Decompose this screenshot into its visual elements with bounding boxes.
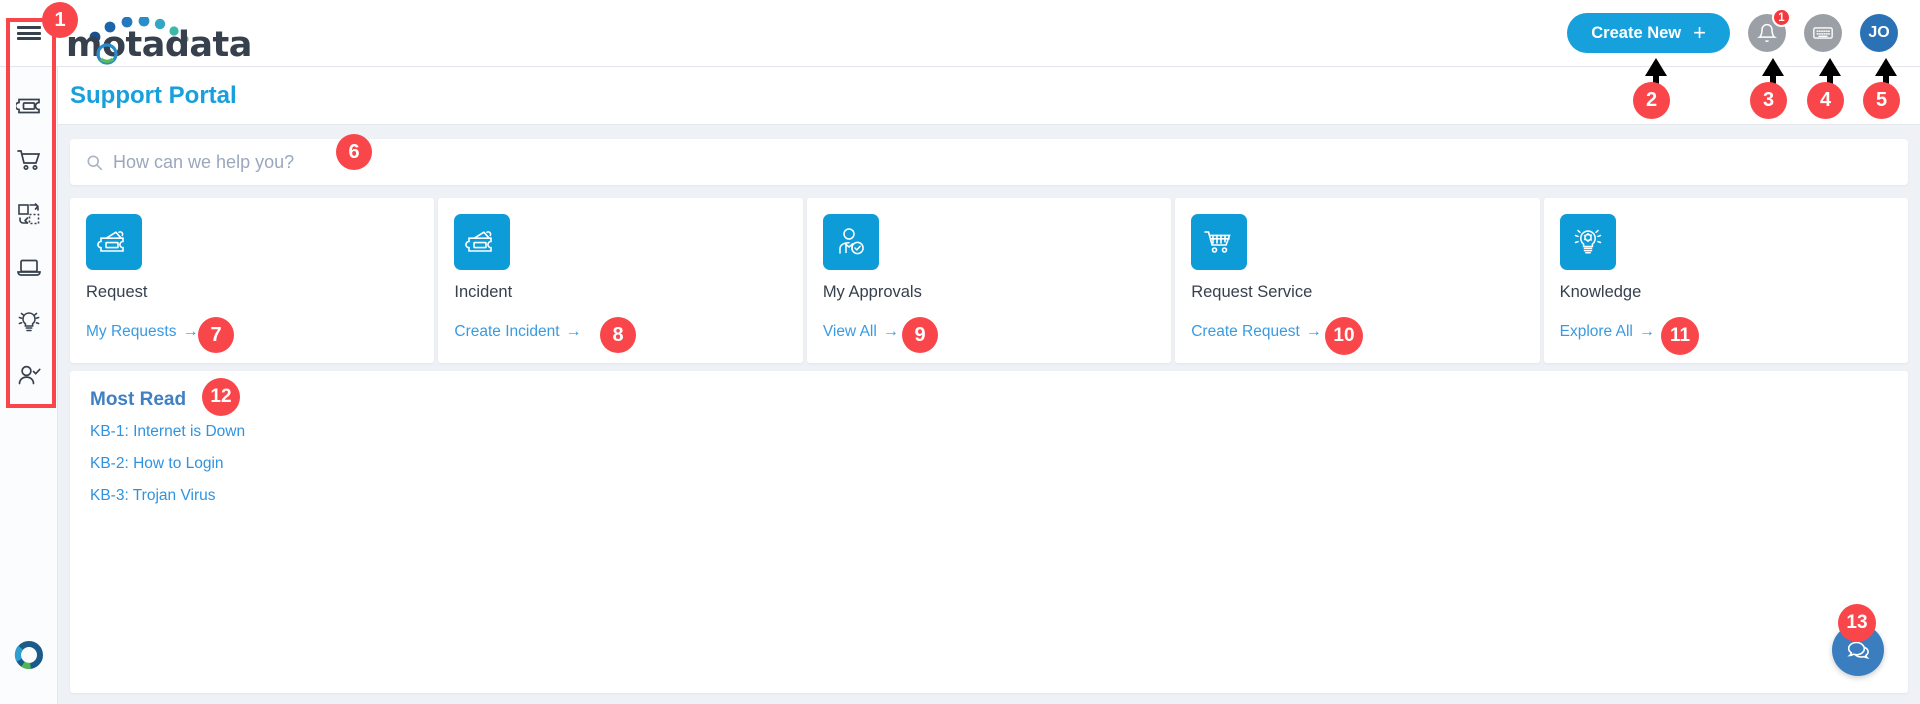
shopping-cart-icon [16,150,40,171]
search-bar[interactable] [70,139,1908,185]
sidebar-item-assets[interactable] [0,241,58,295]
keyboard-shortcuts-button[interactable] [1804,14,1842,52]
create-new-button[interactable]: Create New + [1567,13,1730,53]
brand-logo: motadata [66,0,252,67]
quick-action-cards: Request My Requests → Incident Create In… [70,198,1909,363]
main-content: Request My Requests → Incident [58,125,1920,704]
brand-name: motadata [66,24,252,65]
laptop-icon [16,259,41,276]
sidebar-footer-logo [0,628,58,682]
logo-o-mark-icon [96,42,118,65]
card-icon-wrapper [454,214,511,270]
left-sidebar [0,67,58,704]
card-title: Knowledge [1559,283,1642,301]
card-my-approvals[interactable]: My Approvals View All → [806,198,1172,363]
card-link-explore-all[interactable]: Explore All → [1560,323,1655,341]
card-link-my-requests[interactable]: My Requests → [86,323,198,341]
card-title: Request [86,283,148,301]
page-header: Support Portal [58,67,1920,125]
card-link-label: Create Request [1191,323,1300,340]
card-icon-wrapper [1559,214,1616,270]
support-portal-page: motadata Create New + 1 JO Support Porta… [0,0,1920,704]
search-input[interactable] [113,151,1892,173]
card-request[interactable]: Request My Requests → [70,198,435,363]
chat-bubbles-icon [1847,641,1870,659]
exchange-swap-icon [17,203,39,225]
plus-icon: + [1693,20,1706,45]
card-link-label: My Requests [86,323,177,340]
sidebar-item-service-catalog[interactable] [0,133,58,187]
most-read-title: Most Read [90,389,187,410]
card-title: My Approvals [822,283,922,301]
donut-ring-logo-icon [14,641,43,669]
card-title: Incident [454,283,513,301]
card-link-create-incident[interactable]: Create Incident → [454,323,581,341]
arrow-right-icon: → [565,323,582,340]
bell-icon [1757,23,1777,43]
ticket-icon [97,231,124,252]
top-navigation-bar: motadata Create New + 1 JO [0,0,1920,67]
card-title: Request Service [1191,283,1313,301]
hamburger-menu-icon[interactable] [0,0,58,67]
user-check-icon [18,365,41,385]
page-title: Support Portal [70,81,237,109]
card-link-label: Create Incident [454,323,560,340]
sidebar-item-tickets[interactable] [0,79,58,133]
card-incident[interactable]: Incident Create Incident → [438,198,803,363]
card-icon-wrapper [1191,214,1248,270]
user-avatar[interactable]: JO [1860,14,1898,52]
sidebar-item-approvals[interactable] [0,349,58,403]
card-knowledge[interactable]: Knowledge Explore All → [1543,198,1909,363]
search-icon [87,154,103,170]
sidebar-item-requests[interactable] [0,187,58,241]
avatar-initials: JO [1868,24,1890,41]
bulb-gear-icon [1574,229,1601,254]
ticket-icon [465,231,493,252]
sidebar-item-knowledge[interactable] [0,295,58,349]
arrow-right-icon: → [1305,323,1322,340]
shopping-cart-icon [1204,231,1231,253]
card-link-label: Explore All [1559,323,1633,340]
card-link-create-request[interactable]: Create Request → [1191,323,1322,341]
chat-support-button[interactable] [1832,624,1884,676]
list-item[interactable]: KB-3: Trojan Virus [90,487,1888,505]
ticket-icon [15,98,40,114]
arrow-right-icon: → [882,323,899,340]
arrow-right-icon: → [182,323,199,340]
card-request-service[interactable]: Request Service Create Request → [1175,198,1540,363]
notifications-button[interactable]: 1 [1748,8,1791,52]
lightbulb-icon [18,312,39,332]
top-bar-actions: Create New + 1 JO [1567,8,1920,53]
card-link-label: View All [822,323,877,340]
create-new-label: Create New [1591,23,1682,42]
arrow-right-icon: → [1638,323,1655,340]
card-link-view-all[interactable]: View All → [823,323,899,341]
most-read-panel: Most Read KB-1: Internet is Down KB-2: H… [70,371,1908,693]
card-icon-wrapper [86,214,142,270]
approval-user-icon [839,228,864,255]
list-item[interactable]: KB-1: Internet is Down [90,423,1888,441]
card-icon-wrapper [822,214,879,270]
keyboard-icon [1813,27,1833,39]
notification-badge: 1 [1772,8,1791,27]
list-item[interactable]: KB-2: How to Login [90,455,1888,473]
